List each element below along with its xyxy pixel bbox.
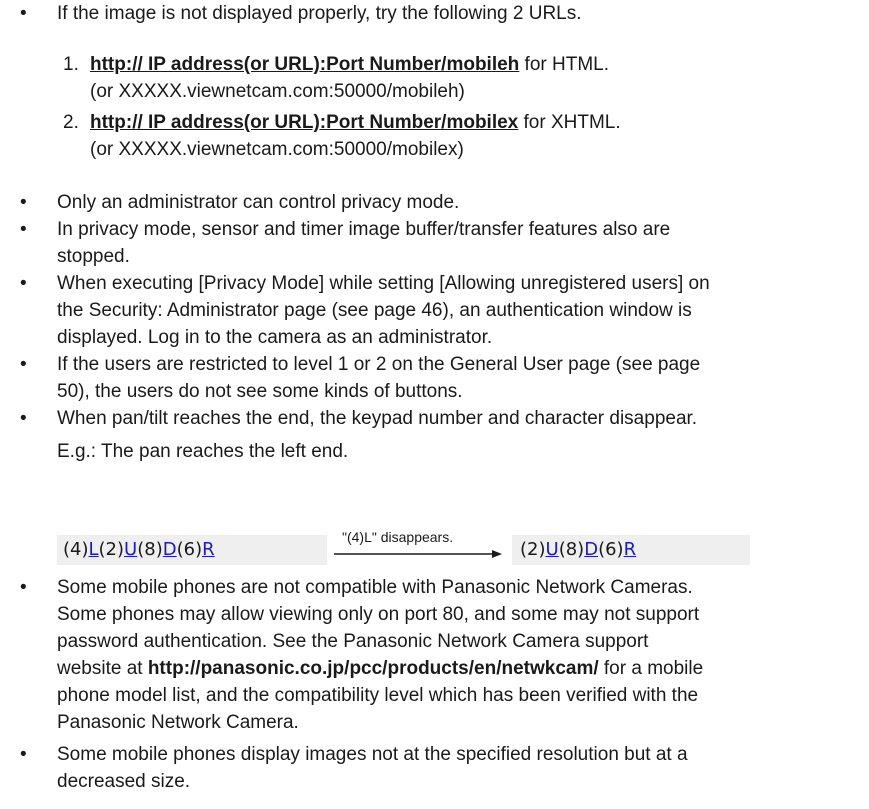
bullet: • [20, 3, 27, 24]
url-item-1-alt: (or XXXXX.viewnetcam.com:50000/mobileh) [90, 81, 465, 102]
support-website-link[interactable]: http://panasonic.co.jp/pcc/products/en/n… [148, 658, 599, 679]
keypad-right-link[interactable]: R [624, 539, 637, 560]
keypad-up-link[interactable]: U [546, 539, 559, 560]
bullet: • [20, 408, 27, 429]
url-item-2: 2. http:// IP address(or URL):Port Number… [63, 112, 621, 133]
bullet-text-executing: When executing [Privacy Mode] while sett… [57, 273, 710, 348]
bullet-text-compatibility: Some mobile phones are not compatible wi… [57, 577, 704, 733]
url-item-1: 1. http:// IP address(or URL):Port Number… [63, 54, 610, 75]
bullet-text-users: If the users are restricted to level 1 o… [57, 354, 701, 402]
bullet-text-url-intro: If the image is not displayed properly, … [57, 3, 582, 24]
keypad-down-link[interactable]: D [584, 539, 598, 560]
keypad-right-link[interactable]: R [202, 539, 215, 560]
url-item-2-alt: (or XXXXX.viewnetcam.com:50000/mobilex) [90, 139, 464, 160]
keypad-up-link[interactable]: U [124, 539, 137, 560]
bullet: • [20, 273, 27, 294]
arrow-label: "(4)L" disappears. [342, 529, 454, 545]
mobileh-link[interactable]: http:// IP address(or URL):Port Number/m… [90, 54, 519, 75]
keypad-after: (2)U(8)D(6)R [512, 535, 750, 565]
bullet: • [20, 744, 27, 765]
bullet: • [20, 577, 27, 598]
keypad-before: (4)L(2)U(8)D(6)R [57, 535, 327, 565]
bullet-text-admin: Only an administrator can control privac… [57, 192, 460, 213]
bullet: • [20, 354, 27, 375]
keypad-down-link[interactable]: D [163, 539, 177, 560]
keypad-left-link[interactable]: L [89, 539, 99, 560]
arrow-right-icon [334, 550, 502, 558]
mobilex-link[interactable]: http:// IP address(or URL):Port Number/m… [90, 112, 518, 133]
bullet: • [20, 219, 27, 240]
bullet-text-pantilt: When pan/tilt reaches the end, the keypa… [57, 408, 698, 462]
bullet-text-privacy: In privacy mode, sensor and timer image … [57, 219, 671, 267]
bullet-text-resolution: Some mobile phones display images not at… [57, 744, 688, 792]
bullet: • [20, 192, 27, 213]
